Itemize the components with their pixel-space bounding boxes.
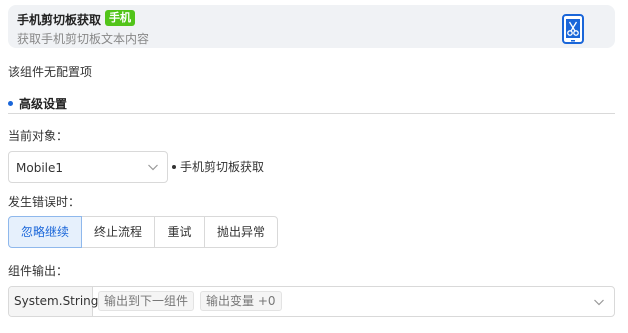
current-object-note: 手机剪切板获取 [172,158,264,175]
component-category-badge: 手机 [105,10,135,26]
current-object-value: Mobile1 [16,161,63,175]
chevron-down-icon [594,299,604,306]
output-label: 组件输出： [8,264,69,278]
current-object-label: 当前对象： [8,129,69,143]
advanced-settings-title: 高级设置 [19,96,68,111]
on-error-ignore-continue-button[interactable]: 忽略继续 [8,216,82,248]
on-error-stop-flow-button[interactable]: 终止流程 [81,216,155,248]
bullet-dot-icon [8,100,13,106]
section-divider [8,113,615,114]
output-type: System.String [9,287,98,316]
component-description: 获取手机剪切板文本内容 [17,32,150,46]
output-select[interactable]: System.String 输出到下一组件 输出变量 +0 [8,286,615,317]
output-tag-next-component[interactable]: 输出到下一组件 [98,291,195,311]
no-config-text: 该组件无配置项 [8,65,93,79]
chevron-down-icon [148,164,158,171]
on-error-button-group: 忽略继续 终止流程 重试 抛出异常 [8,216,278,248]
component-title: 手机剪切板获取 [17,13,102,27]
phone-scissors-icon [562,14,584,44]
on-error-throw-exception-button[interactable]: 抛出异常 [204,216,278,248]
on-error-label: 发生错误时： [8,195,81,209]
bullet-dot-icon [172,164,176,169]
component-header-card: 手机剪切板获取 手机 获取手机剪切板文本内容 [8,5,615,48]
advanced-settings-header: 高级设置 [8,94,67,112]
output-tag-variable[interactable]: 输出变量 +0 [200,291,282,311]
current-object-note-text: 手机剪切板获取 [180,160,265,174]
on-error-retry-button[interactable]: 重试 [154,216,205,248]
current-object-select[interactable]: Mobile1 [8,151,168,183]
